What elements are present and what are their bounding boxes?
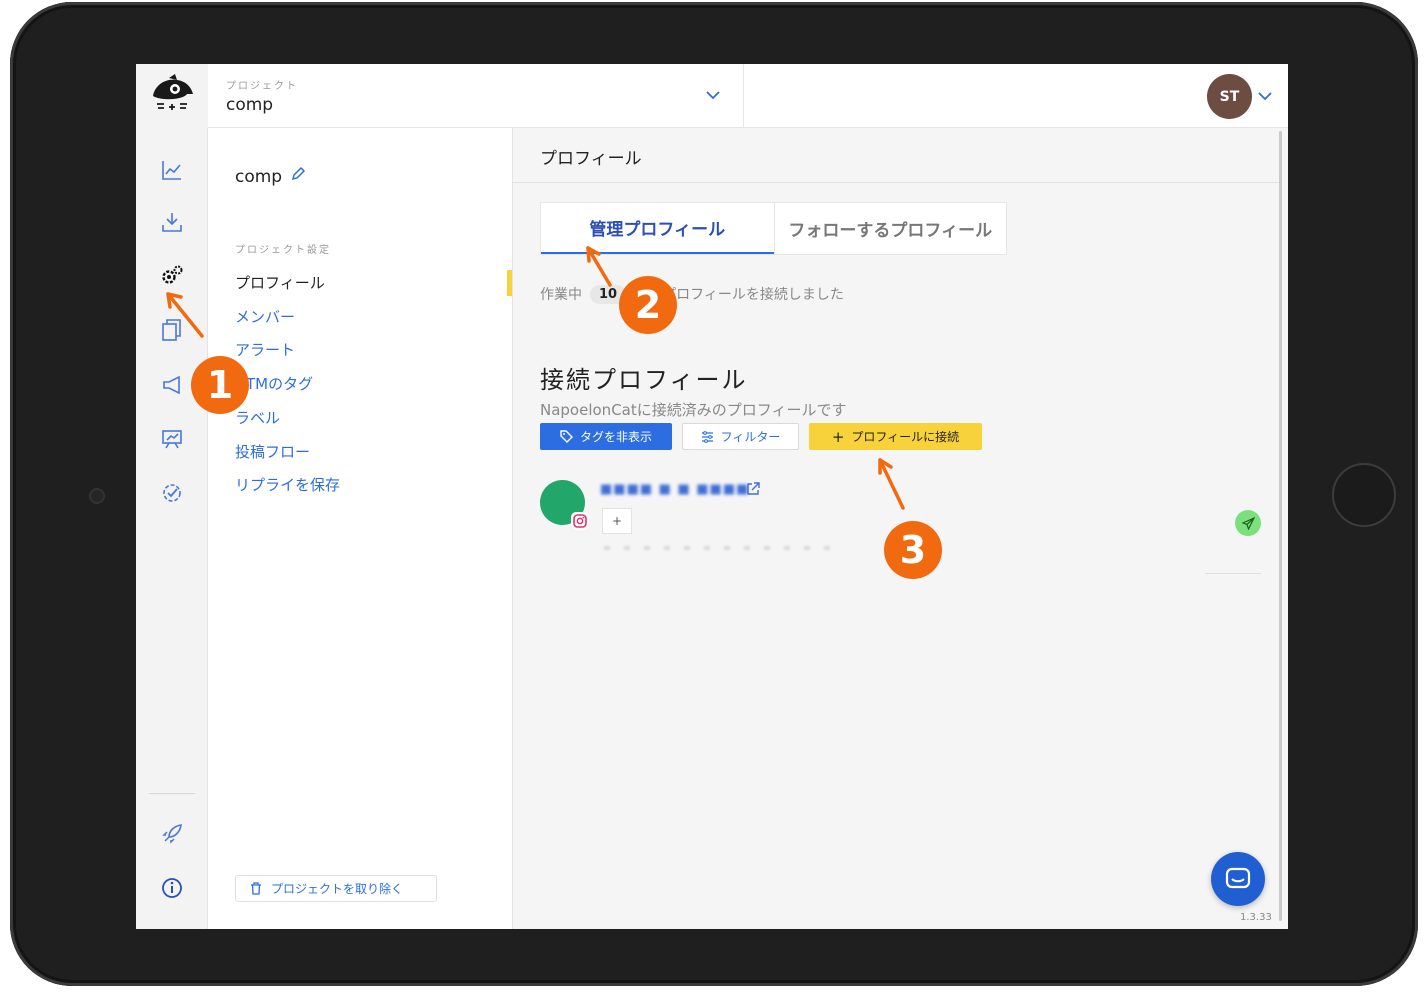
- user-avatar[interactable]: ST: [1207, 74, 1252, 119]
- connect-profile-label: プロフィールに接続: [851, 430, 960, 444]
- annotation-step-2: 2: [619, 276, 677, 334]
- chart-icon[interactable]: [158, 156, 186, 184]
- scrollbar[interactable]: [1279, 131, 1282, 921]
- menu-item-members[interactable]: メンバー: [235, 306, 295, 327]
- menu-item-saved-replies[interactable]: リプライを保存: [235, 474, 340, 495]
- send-icon[interactable]: [1235, 510, 1261, 536]
- menu-item-profile[interactable]: プロフィール: [235, 272, 325, 293]
- section-title: 接続プロフィール: [540, 366, 748, 394]
- connection-status: 作業中 10 個のプロフィールを接続しました: [540, 284, 844, 304]
- tab-managed-profiles[interactable]: 管理プロフィール: [541, 203, 774, 254]
- page-title: プロフィール: [540, 149, 642, 169]
- remove-project-label: プロジェクトを取り除く: [271, 882, 404, 896]
- instagram-icon: [571, 512, 589, 530]
- annotation-step-3: 3: [884, 521, 942, 579]
- remove-project-button[interactable]: プロジェクトを取り除く: [235, 875, 437, 902]
- external-link-icon[interactable]: [746, 482, 760, 496]
- chat-widget-button[interactable]: [1211, 852, 1265, 906]
- settings-section-label: プロジェクト設定: [235, 245, 331, 256]
- tab-followed-profiles[interactable]: フォローするプロフィール: [773, 203, 1007, 254]
- megaphone-icon[interactable]: [158, 371, 186, 399]
- copy-icon[interactable]: [158, 316, 186, 344]
- menu-item-alerts[interactable]: アラート: [235, 339, 295, 360]
- top-bar: プロジェクト comp ST: [136, 64, 1288, 128]
- download-icon[interactable]: [158, 208, 186, 236]
- sliders-icon: [701, 430, 713, 443]
- hide-tags-button[interactable]: タグを非表示: [540, 423, 672, 450]
- project-name: comp: [235, 167, 283, 187]
- project-selector-label: プロジェクト: [226, 81, 298, 92]
- row-divider: [1205, 573, 1261, 574]
- icon-sidebar: [136, 128, 208, 929]
- hide-tags-label: タグを非表示: [579, 430, 652, 444]
- trash-icon: [251, 882, 261, 895]
- settings-icon[interactable]: [158, 262, 186, 290]
- camera-icon: [89, 488, 105, 504]
- filter-label: フィルター: [720, 430, 781, 444]
- project-selector-value: comp: [226, 95, 274, 115]
- pencil-icon[interactable]: [290, 166, 306, 182]
- cat-logo-icon: [153, 74, 193, 110]
- app-screen: プロジェクト comp ST comp プロジェクト設定 プロフィール メンバー…: [136, 64, 1288, 929]
- home-button[interactable]: [1332, 463, 1396, 527]
- add-tag-button[interactable]: +: [602, 508, 632, 534]
- section-subtitle: NapoelonCatに接続済みのプロフィールです: [540, 401, 847, 419]
- menu-item-labels[interactable]: ラベル: [235, 407, 280, 428]
- sidebar-divider: [149, 793, 195, 794]
- chevron-down-icon: [706, 91, 720, 100]
- napoleoncat-logo[interactable]: [136, 64, 208, 128]
- chevron-down-icon[interactable]: [1257, 88, 1273, 104]
- profile-name[interactable]: ■■■■ ■ ■ ■■■■: [600, 482, 749, 497]
- presentation-icon[interactable]: [158, 425, 186, 453]
- project-selector[interactable]: プロジェクト comp: [208, 64, 744, 128]
- menu-item-post-flow[interactable]: 投稿フロー: [235, 441, 310, 462]
- content-header: プロフィール: [513, 128, 1281, 183]
- settings-menu: comp プロジェクト設定 プロフィール メンバー アラート UTMのタグ ラベ…: [208, 128, 513, 929]
- filter-button[interactable]: フィルター: [682, 423, 799, 450]
- verified-icon[interactable]: [158, 479, 186, 507]
- chat-icon: [1225, 867, 1251, 889]
- tag-icon: [560, 430, 573, 443]
- status-prefix: 作業中: [540, 287, 582, 303]
- rocket-icon[interactable]: [158, 820, 186, 848]
- profile-details-blurred: [604, 546, 844, 550]
- active-item-marker: [507, 270, 512, 296]
- annotation-step-1: 1: [191, 356, 249, 414]
- app-version: 1.3.33: [1240, 912, 1272, 923]
- connect-profile-button[interactable]: + プロフィールに接続: [809, 423, 982, 450]
- profile-tabs: 管理プロフィール フォローするプロフィール: [540, 202, 1007, 255]
- plus-icon: +: [831, 427, 845, 446]
- info-icon[interactable]: [158, 874, 186, 902]
